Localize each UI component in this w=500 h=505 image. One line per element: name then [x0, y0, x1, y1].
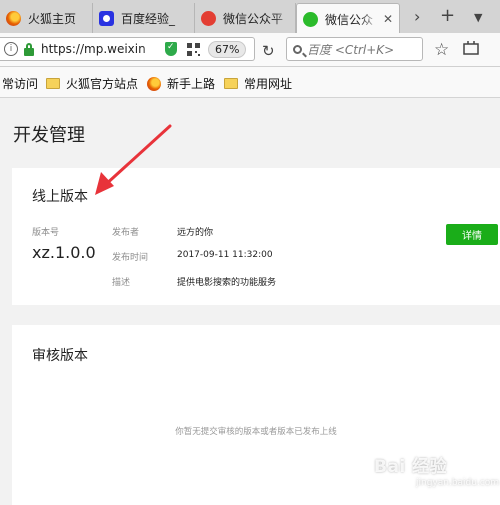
- shield-icon[interactable]: [165, 42, 177, 56]
- tab-list-chevron-down-icon[interactable]: ▼: [474, 11, 482, 24]
- watermark-url: jingyan.baidu.com: [416, 478, 500, 488]
- bookmarks-toolbar: 常访问 火狐官方站点 新手上路 常用网址: [0, 67, 500, 98]
- search-icon: [293, 44, 302, 54]
- url-text[interactable]: https://mp.weixin: [41, 42, 161, 56]
- online-version-card: 线上版本 版本号 xz.1.0.0 发布者 远方的你 发布时间 2017-09-…: [12, 168, 500, 305]
- chevron-right-icon[interactable]: ›: [414, 7, 420, 26]
- detail-button[interactable]: 详情: [446, 224, 498, 245]
- empty-review-note: 你暂无提交审核的版本或者版本已发布上线: [175, 427, 337, 437]
- baidu-jingyan-watermark: Bai 经验: [374, 457, 448, 477]
- tab-wechat-active[interactable]: 微信公众 ✕: [296, 3, 400, 34]
- tab-label: 百度经验_: [121, 11, 176, 26]
- bookmark-common-sites[interactable]: 常用网址: [224, 75, 292, 92]
- tab-label: 火狐主页: [28, 11, 77, 26]
- new-tab-plus-icon[interactable]: +: [440, 5, 455, 26]
- bookmarks-library-icon[interactable]: [463, 40, 479, 61]
- lock-icon: [24, 42, 34, 56]
- publisher-label: 发布者: [112, 228, 140, 238]
- sogou-icon: [201, 10, 216, 26]
- folder-icon: [46, 78, 60, 89]
- page-content: 开发管理 线上版本 版本号 xz.1.0.0 发布者 远方的你 发布时间 201…: [0, 98, 500, 505]
- version-label: 版本号: [32, 228, 60, 238]
- bookmark-getting-started[interactable]: 新手上路: [147, 75, 215, 92]
- qr-code-icon[interactable]: [187, 42, 200, 56]
- version-number: xz.1.0.0: [32, 243, 96, 262]
- baidu-icon: [99, 10, 114, 26]
- description-label: 描述: [112, 278, 131, 288]
- publish-time-label: 发布时间: [112, 253, 149, 263]
- bookmark-most-visited[interactable]: 常访问: [2, 75, 38, 92]
- search-placeholder: 百度 <Ctrl+K>: [307, 42, 395, 57]
- search-input[interactable]: 百度 <Ctrl+K>: [286, 37, 423, 61]
- bookmark-star-icon[interactable]: ☆: [434, 40, 449, 60]
- url-bar[interactable]: i https://mp.weixin 67%: [0, 37, 255, 61]
- tab-firefox-home[interactable]: 火狐主页: [0, 3, 93, 33]
- reload-icon[interactable]: ↻: [262, 42, 275, 60]
- review-version-title: 审核版本: [32, 348, 88, 364]
- wechat-icon: [303, 11, 318, 27]
- firefox-icon: [6, 10, 21, 26]
- firefox-icon: [147, 76, 161, 91]
- online-version-title: 线上版本: [32, 189, 88, 205]
- navigation-bar: i https://mp.weixin 67% ↻ 百度 <Ctrl+K> ☆: [0, 33, 500, 67]
- publish-time-value: 2017-09-11 11:32:00: [177, 250, 273, 260]
- publisher-value: 远方的你: [177, 228, 214, 238]
- tab-baidu-jingyan[interactable]: 百度经验_: [93, 3, 195, 33]
- close-tab-icon[interactable]: ✕: [383, 12, 393, 26]
- bookmark-firefox-site[interactable]: 火狐官方站点: [46, 75, 138, 92]
- info-icon[interactable]: i: [4, 42, 18, 56]
- zoom-level[interactable]: 67%: [208, 40, 247, 58]
- description-value: 提供电影搜索的功能服务: [177, 278, 277, 288]
- tab-wechat-platform[interactable]: 微信公众平: [195, 3, 296, 33]
- folder-icon: [224, 78, 238, 89]
- page-title: 开发管理: [13, 125, 85, 146]
- tab-bar: 火狐主页 百度经验_ 微信公众平 微信公众 ✕ › + ▼: [0, 0, 500, 34]
